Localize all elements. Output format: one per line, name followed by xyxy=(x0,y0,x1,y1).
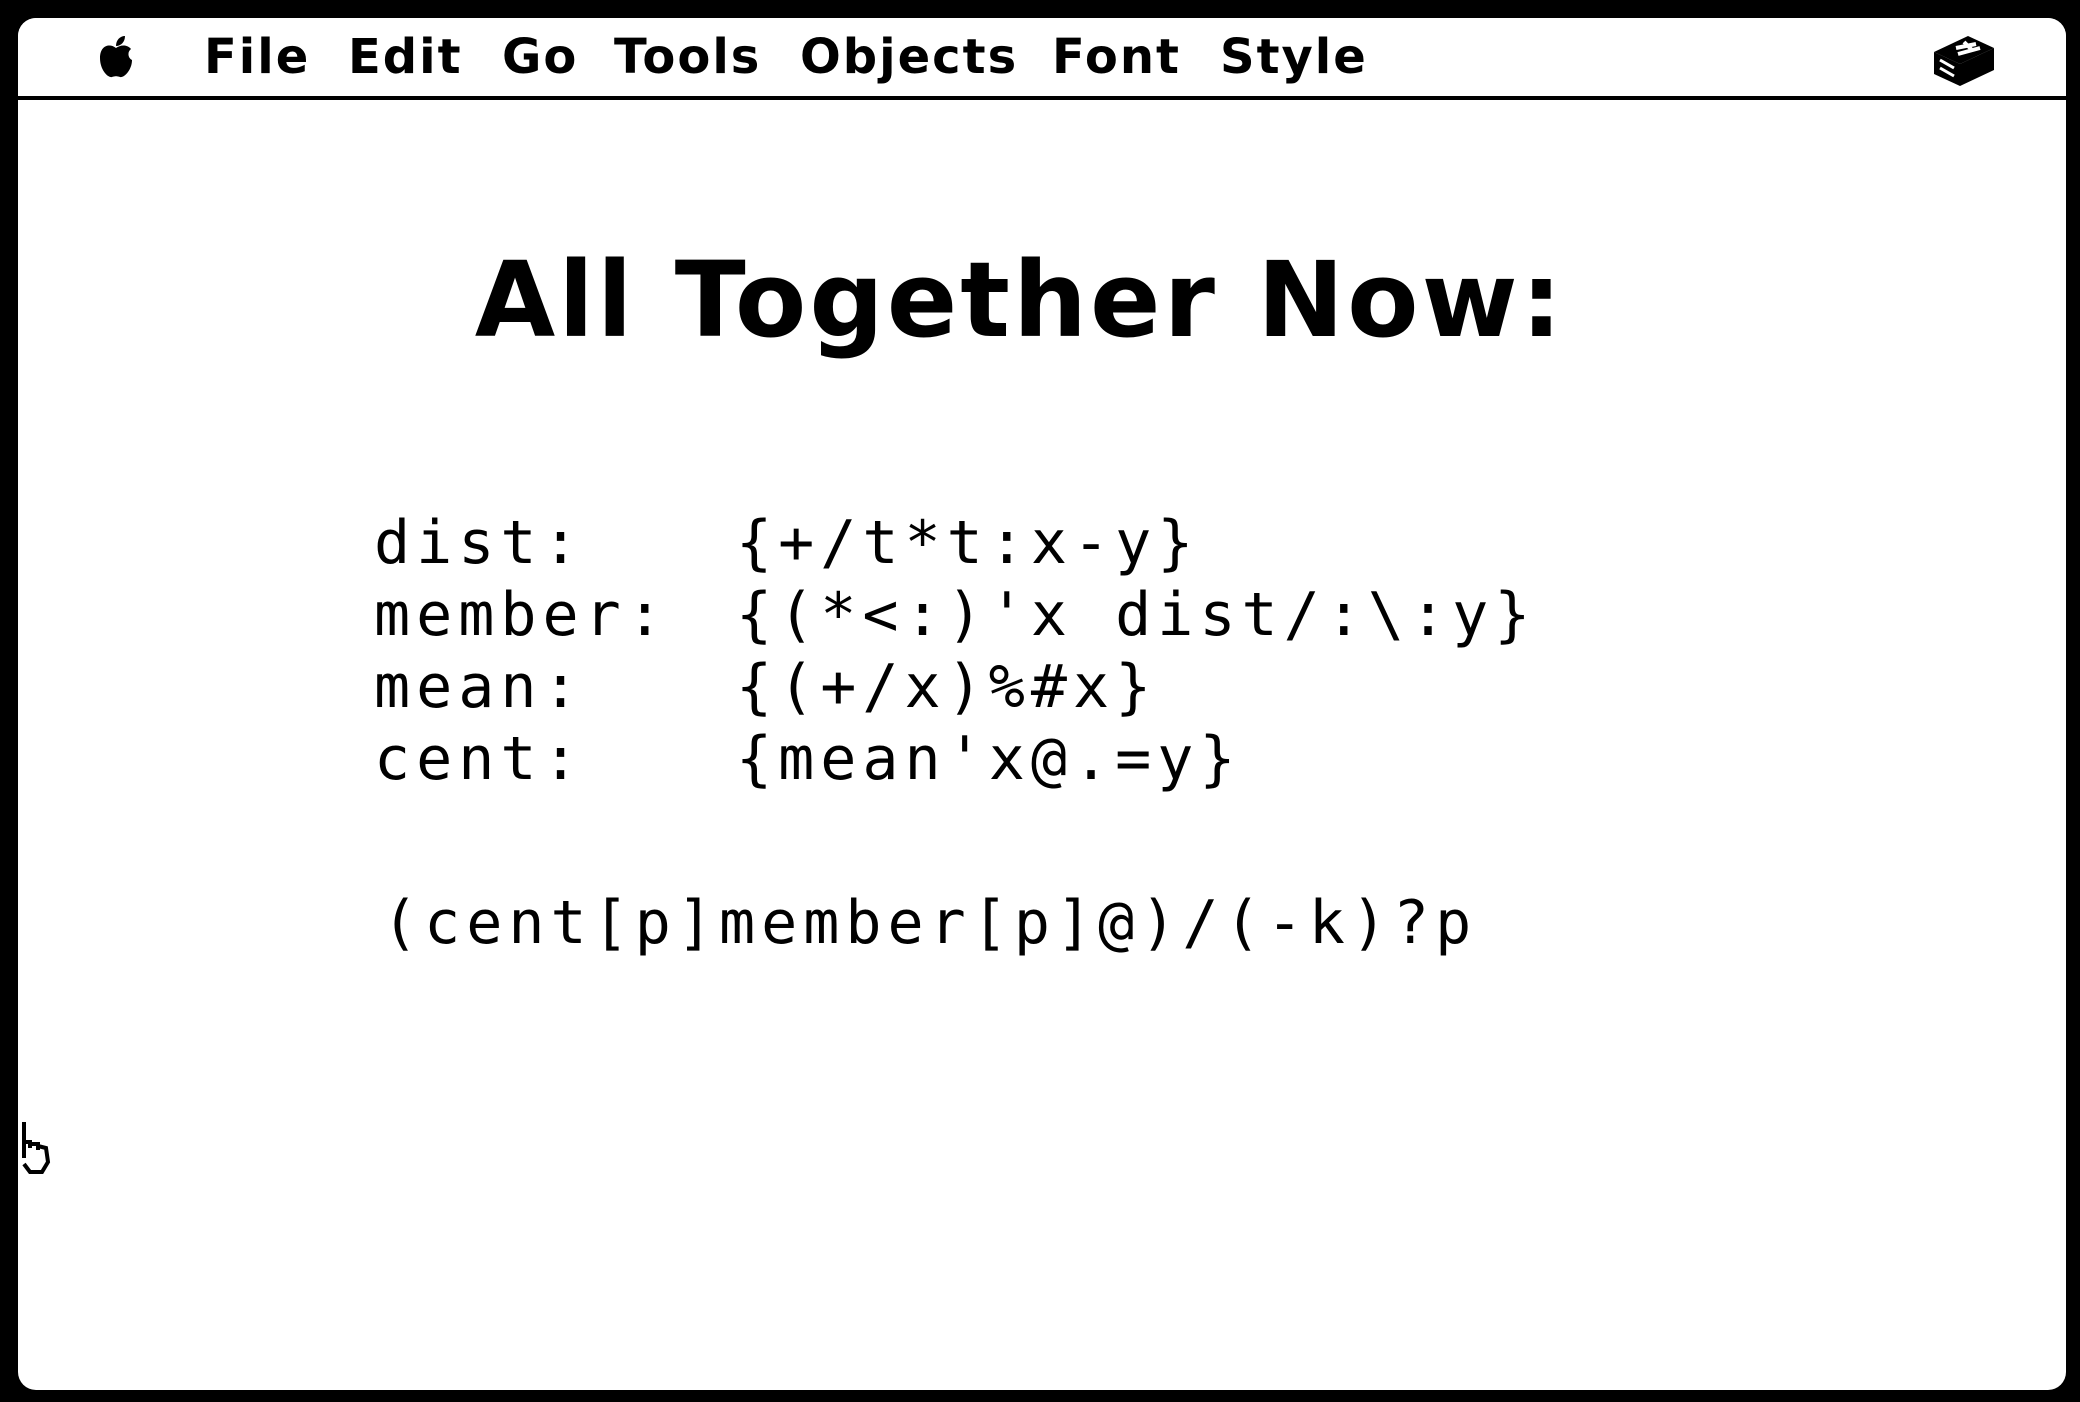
definition-name: dist: xyxy=(374,508,585,578)
definition-body: {+/t*t:x-y} xyxy=(736,508,1200,578)
card-window: File Edit Go Tools Objects Font Style Al… xyxy=(18,18,2066,1390)
definition-body: {(*<:)'x dist/:\:y} xyxy=(736,580,1537,650)
menu-file[interactable]: File xyxy=(204,30,310,84)
menu-style[interactable]: Style xyxy=(1220,30,1368,84)
browse-hand-icon xyxy=(18,1118,58,1178)
definition-name: cent: xyxy=(374,724,585,794)
card-title: All Together Now: xyxy=(474,239,1566,361)
definition-body: {mean'x@.=y} xyxy=(736,724,1242,794)
code-expression: (cent[p]member[p]@)/(-k)?p xyxy=(382,888,1478,958)
menu-font[interactable]: Font xyxy=(1052,30,1181,84)
menu-objects[interactable]: Objects xyxy=(800,30,1018,84)
hypercard-icon[interactable] xyxy=(1928,30,2000,90)
menu-bar: File Edit Go Tools Objects Font Style xyxy=(18,18,2066,100)
menu-edit[interactable]: Edit xyxy=(348,30,463,84)
definition-name: member: xyxy=(374,580,669,650)
definition-body: {(+/x)%#x} xyxy=(736,652,1158,722)
apple-icon[interactable] xyxy=(92,34,140,82)
menu-go[interactable]: Go xyxy=(502,30,578,84)
menu-tools[interactable]: Tools xyxy=(614,30,761,84)
definition-name: mean: xyxy=(374,652,585,722)
